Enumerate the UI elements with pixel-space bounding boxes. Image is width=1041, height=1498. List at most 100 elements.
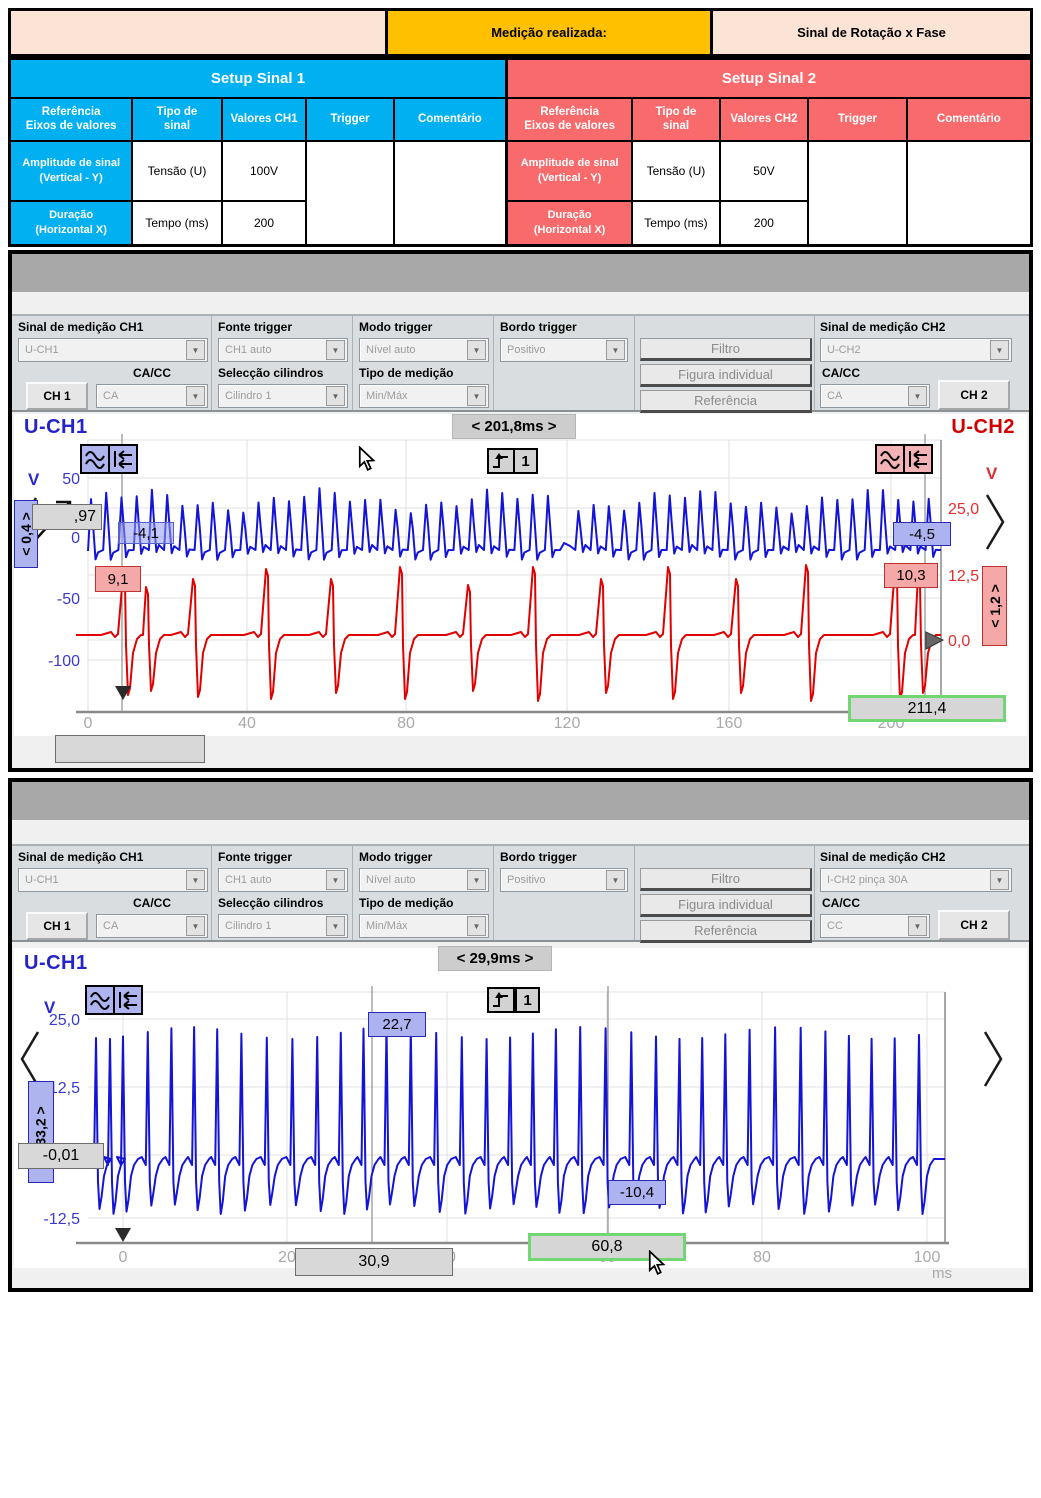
setup2-col-trigger: Trigger	[808, 98, 907, 141]
cacc-left-label: CA/CC	[96, 366, 208, 380]
cacc-right-label: CA/CC	[822, 896, 860, 910]
bordo-trigger-value: Positivo	[507, 874, 546, 886]
ch1-signal-value: U-CH1	[25, 344, 59, 356]
cacc-left-select[interactable]: CA▼	[96, 914, 208, 938]
cacc-right-select[interactable]: CC▼	[820, 914, 930, 938]
fonte-trigger-value: CH1 auto	[225, 874, 271, 886]
ch1-button[interactable]: CH 1	[26, 912, 88, 940]
ch2-scale-box[interactable]: < 1,2 >	[982, 566, 1007, 646]
figura-individual-button[interactable]: Figura individual	[640, 894, 812, 917]
cursor2-value[interactable]: -10,4	[608, 1180, 666, 1205]
referencia-button[interactable]: Referência	[640, 390, 812, 413]
y-right-ticks: 25,012,5 0,0	[948, 501, 979, 650]
ch1-button[interactable]: CH 1	[26, 382, 88, 410]
cacc-right-value: CC	[827, 920, 843, 932]
trigger-time-marker[interactable]	[115, 1228, 131, 1242]
cacc-left-value: CA	[103, 390, 118, 402]
mouse-cursor	[648, 1250, 666, 1281]
setup2-row2-ref: Duração (Horizontal X)	[507, 201, 633, 246]
scope1-titlebar-band	[12, 254, 1029, 292]
svg-text:120: 120	[554, 715, 581, 732]
fonte-trigger-select[interactable]: CH1 auto ▼	[218, 868, 348, 892]
cursor1-ch2-value[interactable]: 9,1	[95, 566, 141, 592]
ch1-position-marker-box[interactable]: -0,01	[18, 1143, 104, 1169]
scope1-channel2-title: U-CH2	[951, 416, 1015, 439]
ch2-button[interactable]: CH 2	[938, 910, 1010, 940]
compress-arrows-icon[interactable]	[113, 985, 143, 1015]
cursor1-time-box[interactable]	[55, 735, 205, 763]
tipo-medicao-select[interactable]: Min/Máx▼	[359, 384, 489, 408]
cursor2-ch1-value[interactable]: -4,5	[893, 522, 951, 546]
compress-arrows-icon[interactable]	[903, 444, 933, 474]
svg-text:80: 80	[753, 1249, 771, 1266]
signal-coupling-icon[interactable]	[875, 444, 905, 474]
filtro-button[interactable]: Filtro	[640, 868, 812, 891]
modo-trigger-select[interactable]: Nível auto▼	[359, 338, 489, 362]
trigger-channel-box[interactable]: 1	[515, 987, 540, 1013]
cursor1-ch1-value[interactable]: -4,1	[118, 522, 174, 544]
modo-trigger-label: Modo trigger	[359, 320, 432, 334]
modo-trigger-label: Modo trigger	[359, 850, 432, 864]
setup1-row1-tipo: Tensão (U)	[132, 141, 222, 201]
svg-text:12,5: 12,5	[948, 568, 979, 585]
bordo-trigger-select[interactable]: Positivo▼	[500, 338, 628, 362]
ch2-signal-label: Sinal de medição CH2	[820, 850, 945, 864]
trigger-channel-box[interactable]: 1	[513, 448, 538, 474]
svg-text:80: 80	[397, 715, 415, 732]
seleccao-cilindros-select[interactable]: Cilindro 1▼	[218, 384, 348, 408]
setup1-comentario-cell	[394, 141, 507, 246]
x-ticks: 040 80120 160200	[84, 715, 905, 732]
svg-text:100: 100	[914, 1249, 941, 1266]
trigger-edge-icon[interactable]	[487, 987, 515, 1013]
signal-coupling-icon[interactable]	[85, 985, 115, 1015]
setup2-row2-valor: 200	[720, 201, 809, 246]
filtro-button[interactable]: Filtro	[640, 338, 812, 361]
fonte-trigger-label: Fonte trigger	[218, 850, 292, 864]
setup2-col-comentario: Comentário	[907, 98, 1032, 141]
chevron-down-icon: ▼	[467, 870, 486, 890]
bordo-trigger-select[interactable]: Positivo▼	[500, 868, 628, 892]
setup1-row2-tipo: Tempo (ms)	[132, 201, 222, 246]
ch2-signal-value: U-CH2	[827, 344, 861, 356]
signal-coupling-icon[interactable]	[80, 444, 110, 474]
svg-text:50: 50	[62, 471, 80, 488]
cursor1-value[interactable]: 22,7	[368, 1012, 426, 1037]
compress-arrows-icon[interactable]	[108, 444, 138, 474]
cacc-left-select[interactable]: CA▼	[96, 384, 208, 408]
fonte-trigger-select[interactable]: CH1 auto▼	[218, 338, 348, 362]
svg-text:0: 0	[71, 530, 80, 547]
scope-screenshot-2: Sinal de medição CH1 U-CH1▼ CA/CC CH 1 C…	[8, 778, 1033, 1292]
cacc-right-select[interactable]: CA▼	[820, 384, 930, 408]
ch1-signal-select[interactable]: U-CH1▼	[18, 868, 208, 892]
ch2-signal-select[interactable]: I-CH2 pinça 30A▼	[820, 868, 1012, 892]
setup2-col-referencia: Referência Eixos de valores	[507, 98, 633, 141]
ch1-position-marker-box[interactable]: ,97	[32, 504, 102, 530]
figura-individual-button[interactable]: Figura individual	[640, 364, 812, 387]
cacc-left-label: CA/CC	[96, 896, 208, 910]
chevron-down-icon: ▼	[467, 916, 486, 936]
referencia-button[interactable]: Referência	[640, 920, 812, 943]
chevron-down-icon: ▼	[326, 870, 345, 890]
ch1-signal-value: U-CH1	[25, 874, 59, 886]
modo-trigger-select[interactable]: Nível auto▼	[359, 868, 489, 892]
seleccao-cilindros-label: Selecção cilindros	[218, 366, 323, 380]
svg-text:-100: -100	[48, 653, 80, 670]
cacc-left-value: CA	[103, 920, 118, 932]
tipo-medicao-select[interactable]: Min/Máx▼	[359, 914, 489, 938]
setup2-row1-ref: Amplitude de sinal (Vertical - Y)	[507, 141, 633, 201]
svg-text:0: 0	[119, 1249, 128, 1266]
ch2-button[interactable]: CH 2	[938, 380, 1010, 410]
ch2-signal-select[interactable]: U-CH2▼	[820, 338, 1012, 362]
chevron-down-icon: ▼	[186, 340, 205, 360]
cursor1-time-box[interactable]: 30,9	[295, 1248, 453, 1276]
cursor2-ch2-value[interactable]: 10,3	[884, 563, 938, 588]
svg-text:20: 20	[278, 1249, 296, 1266]
measurement-label: Medição realizada:	[491, 25, 607, 40]
ch1-signal-select[interactable]: U-CH1 ▼	[18, 338, 208, 362]
measurement-value: Sinal de Rotação x Fase	[797, 25, 946, 40]
header-empty-cell	[8, 8, 388, 57]
cursor2-time-box[interactable]: 211,4	[848, 695, 1006, 722]
scope2-toolbar: Sinal de medição CH1 U-CH1▼ CA/CC CH 1 C…	[12, 844, 1029, 942]
trigger-edge-icon[interactable]	[487, 448, 515, 474]
seleccao-cilindros-select[interactable]: Cilindro 1▼	[218, 914, 348, 938]
